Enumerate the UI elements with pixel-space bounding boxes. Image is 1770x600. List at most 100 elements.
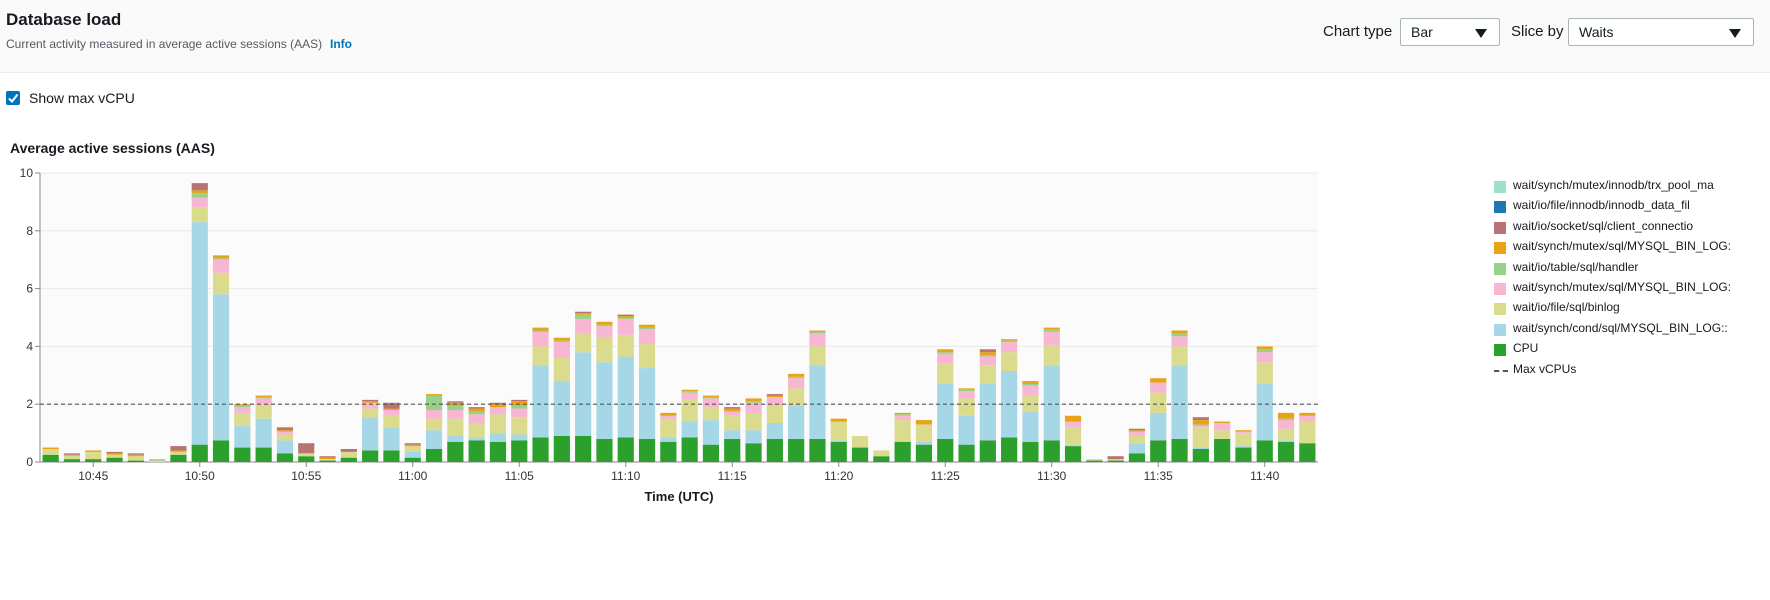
legend-item[interactable]: CPU (1494, 341, 1770, 359)
bar-segment (532, 330, 549, 332)
bar-segment (1043, 329, 1060, 332)
bar-segment (362, 408, 379, 418)
bar-segment (702, 395, 720, 397)
bar-segment (575, 352, 592, 436)
bar-segment (979, 349, 996, 353)
bar-segment (1128, 430, 1146, 432)
legend-item[interactable]: Max vCPUs (1494, 362, 1770, 380)
bar-segment (191, 444, 208, 462)
bar-segment (1022, 441, 1039, 462)
bar-segment (575, 313, 592, 315)
bar-segment (1299, 443, 1316, 462)
bar-segment (596, 321, 613, 325)
legend-item[interactable]: wait/io/socket/sql/client_connectio (1494, 219, 1770, 237)
slice-by-select[interactable]: Waits (1568, 18, 1754, 46)
bar-segment (1128, 435, 1146, 444)
bar-segment (511, 399, 528, 402)
bar-segment (489, 441, 507, 462)
bar-segment (1256, 362, 1273, 384)
legend-item[interactable]: wait/synch/cond/sql/MYSQL_BIN_LOG:: (1494, 321, 1770, 339)
bar-segment (511, 405, 528, 409)
bar-segment (660, 418, 677, 438)
bar-segment (532, 437, 549, 462)
y-tick-label: 0 (26, 455, 33, 469)
bar-segment (447, 435, 464, 442)
x-tick-label: 11:35 (1144, 469, 1173, 483)
bar-segment (1256, 349, 1273, 353)
bar-segment (958, 398, 975, 416)
bar-segment (830, 421, 847, 441)
bar-segment (979, 440, 996, 462)
bar-segment (276, 430, 294, 432)
bar-segment (404, 457, 421, 462)
bar-segment (383, 409, 400, 416)
bar-segment (298, 456, 315, 462)
info-link[interactable]: Info (330, 37, 352, 51)
bar-segment (1064, 421, 1082, 428)
bar-segment (319, 460, 336, 462)
bar-segment (937, 383, 954, 439)
x-tick-label: 11:15 (718, 469, 747, 483)
bar-segment (425, 448, 443, 462)
bar-segment (553, 381, 570, 436)
page-header: Database load Current activity measured … (0, 0, 1770, 73)
bar-segment (425, 394, 443, 396)
bar-segment (958, 388, 975, 390)
bar-segment (788, 388, 805, 406)
bar-segment (1171, 365, 1188, 439)
legend-swatch (1494, 201, 1506, 214)
legend-item[interactable]: wait/io/file/innodb/innodb_data_fil (1494, 198, 1770, 216)
legend-swatch (1494, 242, 1506, 255)
legend-item[interactable]: wait/synch/mutex/sql/MYSQL_BIN_LOG: (1494, 280, 1770, 298)
bar-segment (276, 434, 294, 441)
bar-segment (255, 395, 272, 397)
bar-segment (681, 421, 698, 438)
x-tick-label: 11:05 (505, 469, 534, 483)
legend-item[interactable]: wait/synch/mutex/sql/MYSQL_BIN_LOG: (1494, 239, 1770, 257)
bar-segment (745, 398, 762, 402)
bar-segment (788, 438, 805, 462)
bar-segment (638, 438, 656, 462)
bar-segment (596, 337, 613, 363)
bar-segment (1128, 453, 1146, 462)
bar-segment (425, 418, 443, 431)
bar-segment (319, 459, 336, 461)
legend-item[interactable]: wait/io/table/sql/handler (1494, 260, 1770, 278)
legend-item[interactable]: wait/synch/mutex/innodb/trx_pool_ma (1494, 178, 1770, 196)
bar-segment (575, 311, 592, 314)
bar-segment (383, 408, 400, 410)
bar-segment (766, 405, 783, 423)
bar-segment (1277, 440, 1295, 442)
bar-segment (1001, 339, 1018, 341)
legend-swatch (1494, 221, 1506, 234)
legend-label: wait/io/table/sql/handler (1513, 259, 1639, 274)
legend-item[interactable]: wait/io/file/sql/binlog (1494, 300, 1770, 318)
bar-segment (638, 368, 656, 439)
bar-segment (1235, 447, 1252, 462)
bar-segment (511, 401, 528, 406)
bar-segment (894, 414, 911, 416)
caret-down-icon (1475, 29, 1487, 38)
bar-segment (724, 438, 741, 462)
bar-segment (830, 440, 847, 442)
bar-segment (127, 460, 144, 462)
bar-segment (873, 456, 890, 462)
check-icon (8, 93, 19, 104)
bar-segment (894, 441, 911, 462)
chart-type-select[interactable]: Bar (1400, 18, 1500, 46)
bar-segment (1214, 421, 1231, 423)
bar-segment (1064, 427, 1082, 445)
bar-segment (638, 329, 656, 344)
legend-swatch (1494, 303, 1506, 316)
bar-segment (1235, 431, 1252, 434)
show-max-vcpu-checkbox[interactable] (6, 91, 20, 105)
bar-segment (809, 331, 826, 334)
bar-segment (1064, 444, 1082, 447)
bar-segment (362, 401, 379, 403)
bar-segment (1277, 420, 1295, 429)
bar-segment (425, 395, 443, 410)
bar-segment (681, 392, 698, 400)
bar-segment (170, 451, 187, 455)
bar-segment (1043, 365, 1060, 441)
bar-segment (660, 415, 677, 419)
